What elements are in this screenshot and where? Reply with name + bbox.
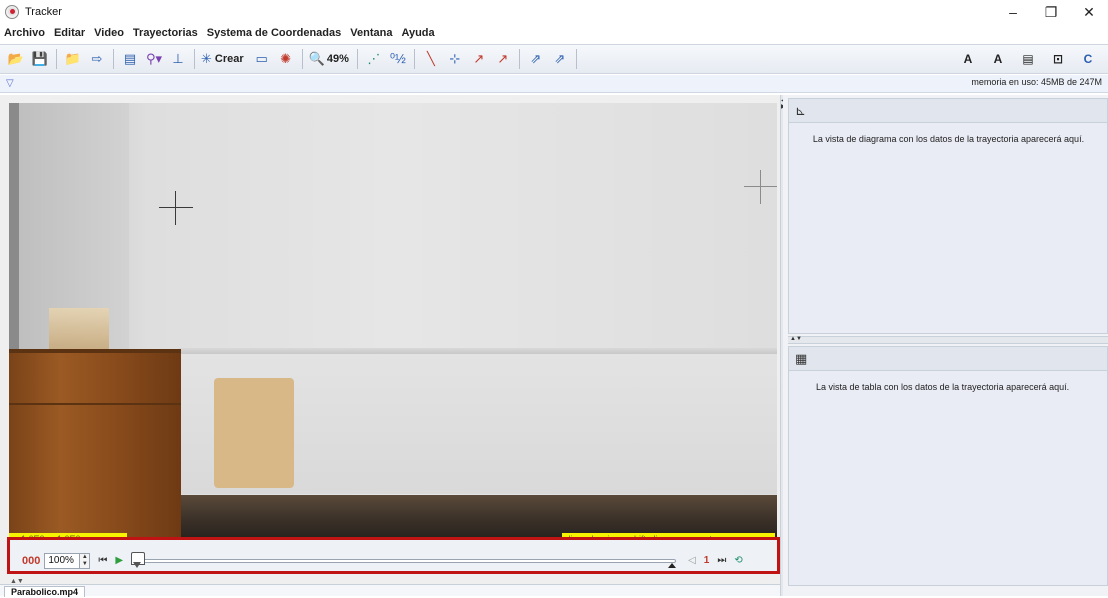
dropdown-triangle-icon[interactable]: ▽ [6,78,14,89]
plot-view-panel: ⊾ La vista de diagrama con los datos de … [788,98,1108,334]
acceleration-icon[interactable]: ↗ [493,48,513,70]
notes-icon[interactable]: ▤ [1018,48,1038,70]
trail-icon[interactable]: ⋰ [364,48,384,70]
end-frame-marker[interactable] [668,562,677,568]
autotracker-icon[interactable]: ✺ [276,48,296,70]
toolbar-separator [575,49,577,69]
refresh-icon[interactable]: C [1078,48,1098,70]
horizontal-splitter[interactable] [788,336,1108,344]
table-view-message: La vista de tabla con los datos de la tr… [816,382,1070,392]
title-bar: Tracker – ❐ ✕ [0,0,1108,24]
menu-ayuda[interactable]: Ayuda [401,27,434,39]
path-icon[interactable]: ╲ [421,48,441,70]
menu-archivo[interactable]: Archivo [4,27,45,39]
plot-view-message: La vista de diagrama con los datos de la… [812,134,1085,144]
toolbar-separator [301,49,303,69]
font-size-decrease-button[interactable]: A [958,48,978,70]
toolbar-separator [356,49,358,69]
labels-icon[interactable]: ⁰½ [388,48,408,70]
loop-icon[interactable]: ⟲ [734,555,742,566]
playback-rate-field[interactable]: 100% [44,552,81,569]
video-cabinet-groove [9,403,181,405]
memory-status: memoria en uso: 45MB de 247M [971,77,1102,87]
step-forward-icon[interactable]: ⏭ [717,555,726,566]
calibration-tools-icon[interactable]: ⚲▾ [144,48,164,70]
table-grid-icon[interactable]: ▦ [795,351,807,367]
video-wooden-cabinet [9,349,181,537]
toolbar-separator [194,49,195,69]
play-icon[interactable]: ▶ [115,555,123,566]
video-file-tab[interactable]: Parabolico.mp4 [4,586,86,597]
step-size[interactable]: 1 [704,555,710,566]
video-panel [0,95,780,595]
save-icon[interactable]: 💾 [30,48,50,70]
crosshair-marker [159,191,193,225]
step-back-icon[interactable]: ◁ [688,555,696,566]
rewind-icon[interactable]: ⏮ [98,555,107,566]
menu-systema-de-coordenadas[interactable]: Systema de Coordenadas [207,27,342,39]
plot-axes-icon[interactable]: ⊾ [795,103,806,119]
rate-spinner[interactable]: ▲ ▼ [80,552,91,569]
minimize-button[interactable]: – [994,0,1032,24]
export-icon[interactable]: ⇨ [87,48,107,70]
ruler-icon[interactable]: ▭ [252,48,272,70]
clip-settings-icon[interactable]: ▤ [120,48,140,70]
create-track-label: Crear [214,53,244,65]
close-button[interactable]: ✕ [1070,0,1108,24]
vector-sum-icon[interactable]: ⇗ [526,48,546,70]
toolbar-separator [113,49,114,69]
frame-number[interactable]: 000 [22,555,40,567]
menu-video[interactable]: Video [94,27,124,39]
frame-slider[interactable] [131,551,677,568]
video-wall-patch [214,378,294,488]
toolbar-right-group: A A ▤ ⊡ C [958,45,1108,73]
maximize-button[interactable]: ❐ [1032,0,1070,24]
center-of-mass-icon[interactable]: ⇗ [550,48,570,70]
main-toolbar: 📂 💾 📁 ⇨ ▤ ⚲▾ ⊥ ✳ Crear ▭ ✺ 🔍 49% ⋰ ⁰½ ╲ … [0,44,1108,74]
open-folder-icon[interactable]: 📂 [6,48,26,70]
velocity-icon[interactable]: ↗ [469,48,489,70]
import-video-icon[interactable]: 📁 [63,48,83,70]
menu-ventana[interactable]: Ventana [350,27,392,39]
create-star-icon: ✳ [201,51,212,66]
menu-trayectorias[interactable]: Trayectorias [133,27,198,39]
menu-editar[interactable]: Editar [54,27,85,39]
toolbar-separator [518,49,520,69]
crosshair-marker [744,170,777,204]
zoom-level: 49% [326,53,349,65]
info-icon[interactable]: ⊡ [1048,48,1068,70]
coordinate-axes-icon[interactable]: ⊥ [168,48,188,70]
table-view-panel: ▦ La vista de tabla con los datos de la … [788,346,1108,586]
video-frame[interactable] [9,103,777,537]
player-row: 000 100% ▲ ▼ ⏮ ▶ ◁ 1 ⏭ ⟲ [10,550,777,571]
create-track-button[interactable]: ✳ Crear [201,51,244,67]
splitter-arrows-icon[interactable]: ▲▼ [790,336,802,342]
window-controls: – ❐ ✕ [994,0,1108,24]
video-launcher-rig [49,308,109,350]
font-size-increase-button[interactable]: A [988,48,1008,70]
table-view-header: ▦ [789,347,1107,371]
tracker-app-icon [5,5,19,19]
info-bar: ▽ memoria en uso: 45MB de 247M [0,75,1108,93]
slider-track [131,558,677,563]
slider-knob[interactable] [131,551,146,568]
window-title: Tracker [25,6,62,18]
menu-bar: Archivo Editar Video Trayectorias System… [0,24,1108,42]
toolbar-separator [413,49,415,69]
zoom-button[interactable]: 🔍 49% [309,51,349,67]
toolbar-separator [56,49,57,69]
plot-view-header: ⊾ [789,99,1107,123]
magnifier-icon: 🔍 [308,51,325,66]
video-tab-strip: Parabolico.mp4 [0,584,780,597]
player-controls: 000 100% ▲ ▼ ⏮ ▶ ◁ 1 ⏭ ⟲ [7,537,780,574]
position-icon[interactable]: ⊹ [445,48,465,70]
